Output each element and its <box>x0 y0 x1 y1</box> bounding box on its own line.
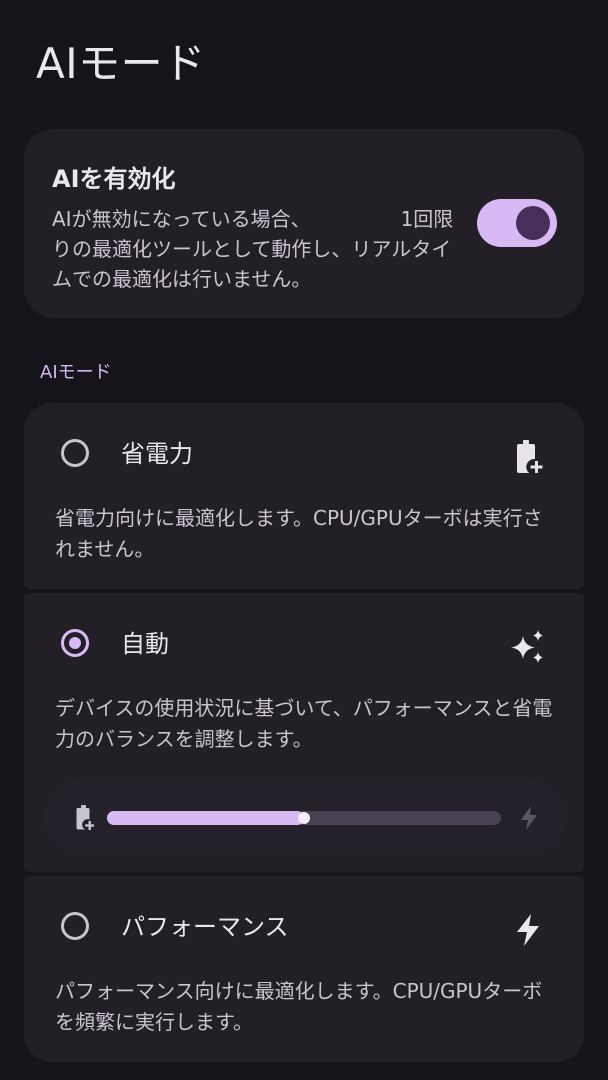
slider-track[interactable] <box>107 811 501 825</box>
mode-option-auto[interactable]: 自動 デバイスの使用状況に基づいて、パフォーマンスと省電力のバランスを調整します… <box>24 593 584 872</box>
page-title: AIモード <box>36 39 206 88</box>
ai-enable-toggle[interactable] <box>477 199 557 247</box>
ai-enable-title: AIを有効化 <box>52 165 176 193</box>
radio-performance[interactable] <box>61 912 89 940</box>
sparkle-icon <box>511 630 543 663</box>
mode-title: 自動 <box>121 630 169 658</box>
radio-power-saving[interactable] <box>61 439 89 467</box>
slider-fill <box>107 811 304 825</box>
radio-auto[interactable] <box>61 629 89 657</box>
bolt-icon <box>521 806 537 830</box>
ai-enable-card[interactable]: AIを有効化 AIが無効になっている場合、 1回限りの最適化ツールとして動作し、… <box>24 129 584 318</box>
toggle-knob <box>516 206 550 240</box>
mode-option-performance[interactable]: パフォーマンス パフォーマンス向けに最適化します。CPU/GPUターボを頻繁に実… <box>24 876 584 1062</box>
battery-charging-icon <box>76 805 94 830</box>
mode-description: 省電力向けに最適化します。CPU/GPUターボは実行されません。 <box>55 506 543 561</box>
mode-description: デバイスの使用状況に基づいて、パフォーマンスと省電力のバランスを調整します。 <box>55 696 553 751</box>
bolt-icon <box>517 914 539 946</box>
mode-option-power-saving[interactable]: 省電力 省電力向けに最適化します。CPU/GPUターボは実行されません。 <box>24 403 584 589</box>
ai-enable-description: AIが無効になっている場合、 1回限りの最適化ツールとして動作し、リアルタイムで… <box>52 207 454 291</box>
mode-title: 省電力 <box>121 440 193 468</box>
mode-balance-slider[interactable] <box>46 781 564 853</box>
battery-charging-icon <box>517 440 543 473</box>
section-label-ai-mode: AIモード <box>40 362 112 383</box>
slider-thumb[interactable] <box>298 812 310 824</box>
mode-description: パフォーマンス向けに最適化します。CPU/GPUターボを頻繁に実行します。 <box>55 979 543 1034</box>
mode-title: パフォーマンス <box>121 913 289 941</box>
